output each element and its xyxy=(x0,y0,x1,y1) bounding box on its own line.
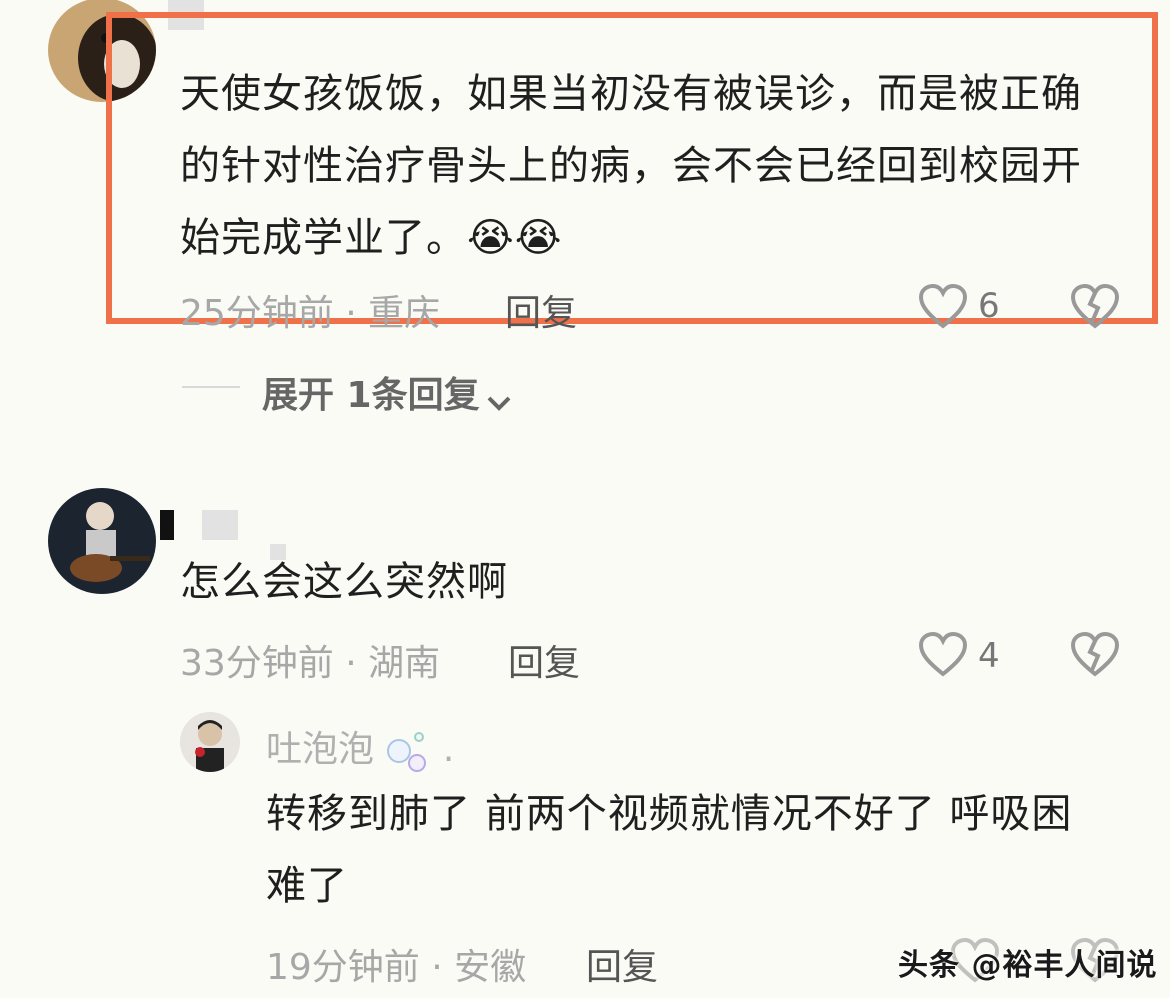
dislike-heart-icon[interactable] xyxy=(1070,632,1120,678)
comment-location: 重庆 xyxy=(368,293,441,334)
username-blurred xyxy=(202,510,238,540)
comment-text: 天使女孩饭饭，如果当初没有被误诊，而是被正确的针对性治疗骨头上的病，会不会已经回… xyxy=(180,71,1082,261)
heart-icon[interactable] xyxy=(918,284,968,330)
comment-text: 怎么会这么突然啊 xyxy=(180,559,508,605)
reply-location: 安徽 xyxy=(454,947,527,988)
comment-location: 湖南 xyxy=(368,643,441,684)
bubble-icon xyxy=(385,729,431,773)
expand-replies-button[interactable]: 展开 1条回复 xyxy=(262,366,513,418)
username-blurred xyxy=(160,510,174,540)
like-count: 4 xyxy=(978,636,1000,676)
reply-text: 转移到肺了 前两个视频就情况不好了 呼吸困难了 xyxy=(266,791,1073,909)
watermark: 头条 @裕丰人间说 xyxy=(898,948,1158,983)
like-count: 6 xyxy=(978,286,1000,326)
avatar[interactable] xyxy=(48,488,156,594)
reply-button[interactable]: 回复 xyxy=(586,938,658,990)
reply-avatar[interactable] xyxy=(180,712,240,772)
reply-button[interactable]: 回复 xyxy=(508,634,580,686)
dislike-heart-icon[interactable] xyxy=(1070,284,1120,330)
comment-time: 33分钟前 xyxy=(180,643,334,684)
reply-button[interactable]: 回复 xyxy=(505,284,577,336)
heart-icon[interactable] xyxy=(918,632,968,678)
expand-divider xyxy=(182,386,240,388)
reply-nickname: 吐泡泡 . xyxy=(266,720,454,773)
comment-meta: 25分钟前 · 重庆 xyxy=(180,293,441,334)
reply-time: 19分钟前 xyxy=(266,947,420,988)
reply-meta: 19分钟前 · 安徽 xyxy=(266,947,527,988)
chevron-down-icon xyxy=(485,393,513,413)
comment-meta: 33分钟前 · 湖南 xyxy=(180,643,441,684)
expand-replies-label: 展开 1条回复 xyxy=(262,375,480,416)
comment-time: 25分钟前 xyxy=(180,293,334,334)
